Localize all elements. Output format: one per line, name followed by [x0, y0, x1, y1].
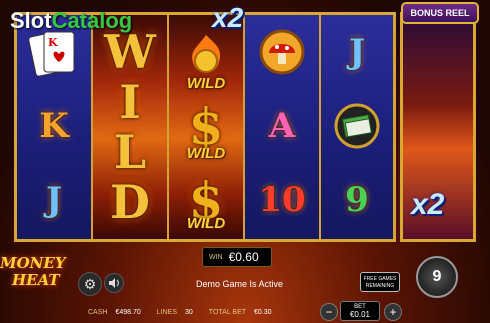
win-display: WIN €0.60	[202, 247, 272, 267]
bet-display: BET €0.01	[340, 301, 380, 321]
total-bet-label: TOTAL BET	[208, 308, 247, 316]
money-stack-symbol	[321, 89, 393, 163]
cash-label: CASH	[88, 308, 108, 316]
wild-label-2: WILD	[186, 145, 226, 162]
mushroom-symbol	[245, 15, 319, 89]
lines-label: LINES	[156, 308, 177, 316]
symbol-a: A	[268, 106, 296, 146]
symbol-9: 9	[345, 180, 369, 220]
bonus-multiplier: x2	[411, 188, 445, 221]
win-value: €0.60	[228, 250, 259, 264]
multiplier-top: x2	[212, 2, 244, 33]
reel-4: A 10	[245, 15, 321, 239]
symbol-k: K	[39, 106, 69, 146]
reel-5: J 9	[321, 15, 395, 239]
lines-value: 30	[185, 308, 193, 316]
spin-button[interactable]: 9	[416, 256, 458, 298]
svg-text:K: K	[48, 36, 58, 49]
win-label: WIN	[209, 253, 223, 261]
wild-stack: W I L D	[104, 25, 156, 229]
free-games-remaining: FREE GAMES REMAINING	[360, 272, 400, 292]
game-logo: MONEY HEAT	[0, 254, 66, 289]
spin-count: 9	[432, 268, 442, 285]
status-message: Demo Game Is Active	[196, 279, 284, 289]
symbol-j: J	[45, 180, 63, 220]
bet-decrease-button[interactable]: −	[320, 303, 338, 321]
symbol-10: 10	[258, 180, 306, 220]
reel-2: W I L D	[93, 15, 169, 239]
total-bet-value: €0.30	[254, 308, 272, 316]
bonus-reel-title: BONUS REEL	[401, 2, 479, 24]
symbol-j-top: J	[348, 32, 366, 72]
bet-value: €0.01	[349, 310, 371, 319]
reel-1: K K J	[17, 15, 93, 239]
gear-icon[interactable]: ⚙	[78, 272, 102, 296]
bet-increase-button[interactable]: +	[384, 303, 402, 321]
cash-value: €498.70	[115, 308, 141, 316]
reel-3: WILD $ WILD $ WILD	[169, 15, 245, 239]
speaker-icon[interactable]	[104, 273, 124, 293]
watermark-logo: SlotCatalog	[10, 8, 133, 33]
reel-area: K K J W I L D WILD $ WILD $ WILD A 10 J …	[14, 12, 396, 242]
wild-label-3: WILD	[186, 215, 226, 232]
